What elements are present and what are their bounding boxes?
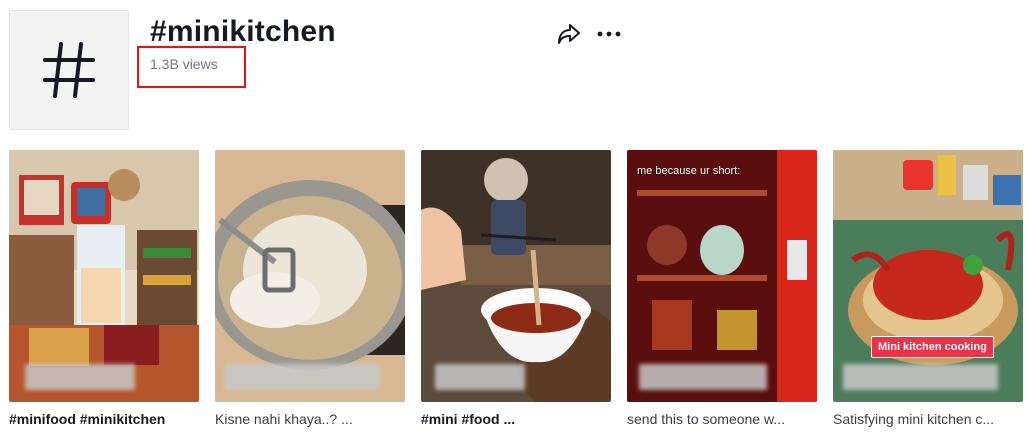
video-caption[interactable]: Satisfying mini kitchen c...: [833, 410, 1023, 428]
blurred-username: [25, 364, 135, 390]
video-thumbnail[interactable]: [421, 150, 611, 402]
share-button[interactable]: [556, 22, 582, 46]
more-icon: [597, 31, 621, 37]
video-badge: Mini kitchen cooking: [871, 336, 994, 358]
video-caption[interactable]: #mini #food ...: [421, 410, 611, 428]
video-thumbnail[interactable]: me because ur short:: [627, 150, 817, 402]
video-card[interactable]: Kisne nahi khaya..? ...: [215, 150, 405, 428]
video-card[interactable]: me because ur short: send this to someon…: [627, 150, 817, 428]
video-card[interactable]: #mini #food ...: [421, 150, 611, 428]
blurred-username: [639, 364, 767, 390]
page-title: #minikitchen: [150, 15, 336, 48]
hashtag-icon: [43, 42, 95, 98]
video-overlay-text: me because ur short:: [637, 165, 741, 177]
video-caption[interactable]: send this to someone w...: [627, 410, 817, 428]
video-thumbnail[interactable]: [215, 150, 405, 402]
video-card[interactable]: Mini kitchen cooking Satisfying mini kit…: [833, 150, 1023, 428]
video-caption[interactable]: Kisne nahi khaya..? ...: [215, 410, 405, 428]
blurred-username: [435, 364, 525, 390]
video-caption[interactable]: #minifood #minikitchen: [9, 410, 199, 428]
blurred-username: [225, 364, 380, 390]
blurred-username: [843, 364, 998, 390]
video-thumbnail[interactable]: Mini kitchen cooking: [833, 150, 1023, 402]
video-thumbnail[interactable]: [9, 150, 199, 402]
share-icon: [558, 24, 580, 44]
more-options-button[interactable]: [596, 22, 622, 46]
hashtag-avatar: [9, 10, 129, 130]
view-count: 1.3B views: [150, 56, 218, 72]
video-card[interactable]: #minifood #minikitchen: [9, 150, 199, 428]
